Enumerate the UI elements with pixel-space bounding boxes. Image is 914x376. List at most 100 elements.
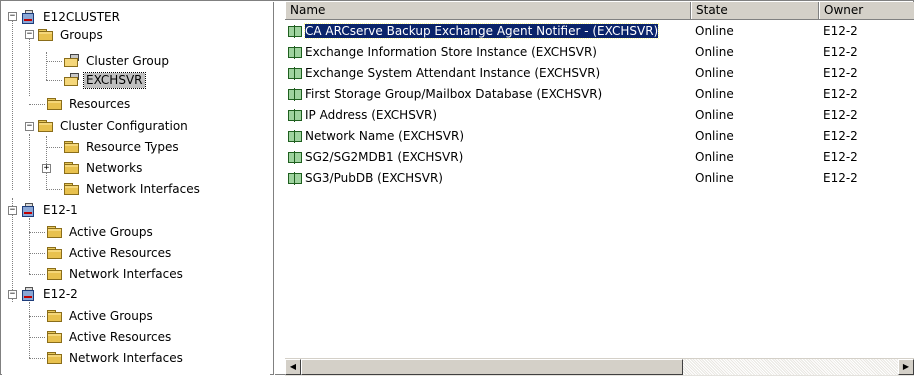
tree-node-cluster-group[interactable]: Cluster Group — [63, 52, 171, 70]
tree-node-cluster-configuration[interactable]: Cluster Configuration — [37, 117, 190, 135]
resource-name: Network Name (EXCHSVR) — [305, 129, 464, 143]
tree-node-e12-1-active-groups[interactable]: Active Groups — [46, 223, 155, 241]
folder-icon — [63, 182, 81, 196]
tree-node-resource-types[interactable]: Resource Types — [63, 138, 181, 156]
resource-name: Exchange Information Store Instance (EXC… — [305, 45, 597, 59]
resource-owner: E12-2 — [823, 129, 858, 143]
resource-name: SG3/PubDB (EXCHSVR) — [305, 171, 443, 185]
tree-label: Networks — [86, 160, 143, 175]
collapse-toggle[interactable]: − — [25, 122, 34, 131]
tree-label: Network Interfaces — [86, 181, 200, 196]
collapse-toggle[interactable]: − — [8, 290, 17, 299]
resource-book-icon — [287, 129, 303, 144]
table-row[interactable]: IP Address (EXCHSVR) Online E12-2 — [285, 105, 914, 125]
tree-label: E12-1 — [43, 202, 78, 217]
resource-name-cell: SG3/PubDB (EXCHSVR) — [287, 170, 443, 186]
resource-name: CA ARCserve Backup Exchange Agent Notifi… — [303, 23, 660, 39]
collapse-toggle[interactable]: − — [8, 206, 17, 215]
resource-state: Online — [695, 129, 734, 143]
tree-node-exchsvr[interactable]: EXCHSVR — [63, 71, 146, 89]
folder-icon — [46, 246, 64, 260]
resource-name: First Storage Group/Mailbox Database (EX… — [305, 87, 603, 101]
tree-line — [46, 189, 62, 190]
column-header-state[interactable]: State — [691, 2, 819, 19]
resource-name-cell: Exchange Information Store Instance (EXC… — [287, 44, 597, 60]
folder-icon — [46, 309, 64, 323]
column-header-owner[interactable]: Owner — [819, 2, 914, 19]
tree-node-groups[interactable]: Groups — [37, 26, 105, 44]
tree-label: Active Resources — [69, 245, 172, 260]
tree-label: Network Interfaces — [69, 266, 183, 281]
tree-node-e12-2-network-interfaces[interactable]: Network Interfaces — [46, 349, 185, 367]
table-row[interactable]: CA ARCserve Backup Exchange Agent Notifi… — [285, 21, 914, 41]
table-row[interactable]: First Storage Group/Mailbox Database (EX… — [285, 84, 914, 104]
tree-line — [29, 253, 45, 254]
tree-node-e12-2-active-groups[interactable]: Active Groups — [46, 307, 155, 325]
horizontal-scrollbar[interactable]: ◀ ▶ — [285, 358, 914, 376]
resource-state: Online — [695, 171, 734, 185]
pane-splitter[interactable] — [273, 2, 275, 375]
tree-label: Active Groups — [69, 308, 153, 323]
resource-name-cell: Network Name (EXCHSVR) — [287, 128, 464, 144]
resource-list[interactable]: Name State Owner CA ARCserve Backup Exch… — [285, 2, 914, 375]
resource-book-icon — [287, 150, 303, 165]
cluster-tree[interactable]: − − − + − − E12CLUSTER Groups Cluster Gr… — [2, 2, 270, 375]
column-header-name[interactable]: Name — [285, 2, 691, 19]
folder-icon — [46, 225, 64, 239]
tree-node-e12-1[interactable]: E12-1 — [20, 201, 80, 219]
tree-line — [46, 52, 47, 80]
tree-label: EXCHSVR — [83, 71, 146, 89]
tree-label: Active Groups — [69, 224, 153, 239]
resource-state: Online — [695, 87, 734, 101]
table-row[interactable]: SG2/SG2MDB1 (EXCHSVR) Online E12-2 — [285, 147, 914, 167]
tree-label: Network Interfaces — [69, 350, 183, 365]
tree-node-e12-1-network-interfaces[interactable]: Network Interfaces — [46, 265, 185, 283]
resource-owner: E12-2 — [823, 66, 858, 80]
tree-line — [29, 316, 45, 317]
list-header: Name State Owner — [285, 2, 914, 20]
tree-node-networks[interactable]: Networks — [63, 159, 144, 177]
server-node-icon — [20, 202, 38, 218]
resource-name: SG2/SG2MDB1 (EXCHSVR) — [305, 150, 464, 164]
tree-line — [29, 302, 30, 358]
table-row[interactable]: Network Name (EXCHSVR) Online E12-2 — [285, 126, 914, 146]
resource-name-cell: CA ARCserve Backup Exchange Agent Notifi… — [287, 23, 660, 39]
collapse-toggle[interactable]: − — [25, 30, 34, 39]
resource-owner: E12-2 — [823, 87, 858, 101]
table-row[interactable]: Exchange System Attendant Instance (EXCH… — [285, 63, 914, 83]
tree-node-e12-2-active-resources[interactable]: Active Resources — [46, 328, 173, 346]
table-row[interactable]: SG3/PubDB (EXCHSVR) Online E12-2 — [285, 168, 914, 188]
tree-line — [29, 34, 30, 96]
scroll-left-button[interactable]: ◀ — [285, 359, 301, 375]
tree-node-e12-1-active-resources[interactable]: Active Resources — [46, 244, 173, 262]
resource-name-cell: IP Address (EXCHSVR) — [287, 107, 437, 123]
tree-label: Cluster Configuration — [60, 118, 188, 133]
tree-label: Groups — [60, 27, 103, 42]
folder-icon — [63, 140, 81, 154]
scroll-thumb[interactable] — [301, 359, 683, 375]
tree-label: Active Resources — [69, 329, 172, 344]
scroll-track[interactable] — [683, 359, 898, 375]
group-icon — [63, 72, 81, 88]
folder-icon — [46, 330, 64, 344]
tree-node-cluster[interactable]: E12CLUSTER — [20, 8, 122, 26]
resource-state: Online — [695, 24, 734, 38]
resource-name: Exchange System Attendant Instance (EXCH… — [305, 66, 601, 80]
tree-line — [29, 274, 45, 275]
resource-book-icon — [287, 171, 303, 186]
folder-icon — [37, 28, 55, 42]
expand-toggle[interactable]: + — [42, 164, 51, 173]
tree-line — [29, 218, 30, 274]
folder-icon — [46, 351, 64, 365]
tree-node-e12-2[interactable]: E12-2 — [20, 285, 80, 303]
tree-node-resources[interactable]: Resources — [46, 95, 132, 113]
resource-owner: E12-2 — [823, 24, 858, 38]
tree-label: Cluster Group — [86, 53, 169, 68]
tree-line — [29, 104, 45, 105]
collapse-toggle[interactable]: − — [8, 12, 17, 21]
scroll-right-button[interactable]: ▶ — [898, 359, 914, 375]
resource-state: Online — [695, 45, 734, 59]
table-row[interactable]: Exchange Information Store Instance (EXC… — [285, 42, 914, 62]
tree-node-network-interfaces[interactable]: Network Interfaces — [63, 180, 202, 198]
cluster-administrator-window: − − − + − − E12CLUSTER Groups Cluster Gr… — [0, 0, 914, 376]
